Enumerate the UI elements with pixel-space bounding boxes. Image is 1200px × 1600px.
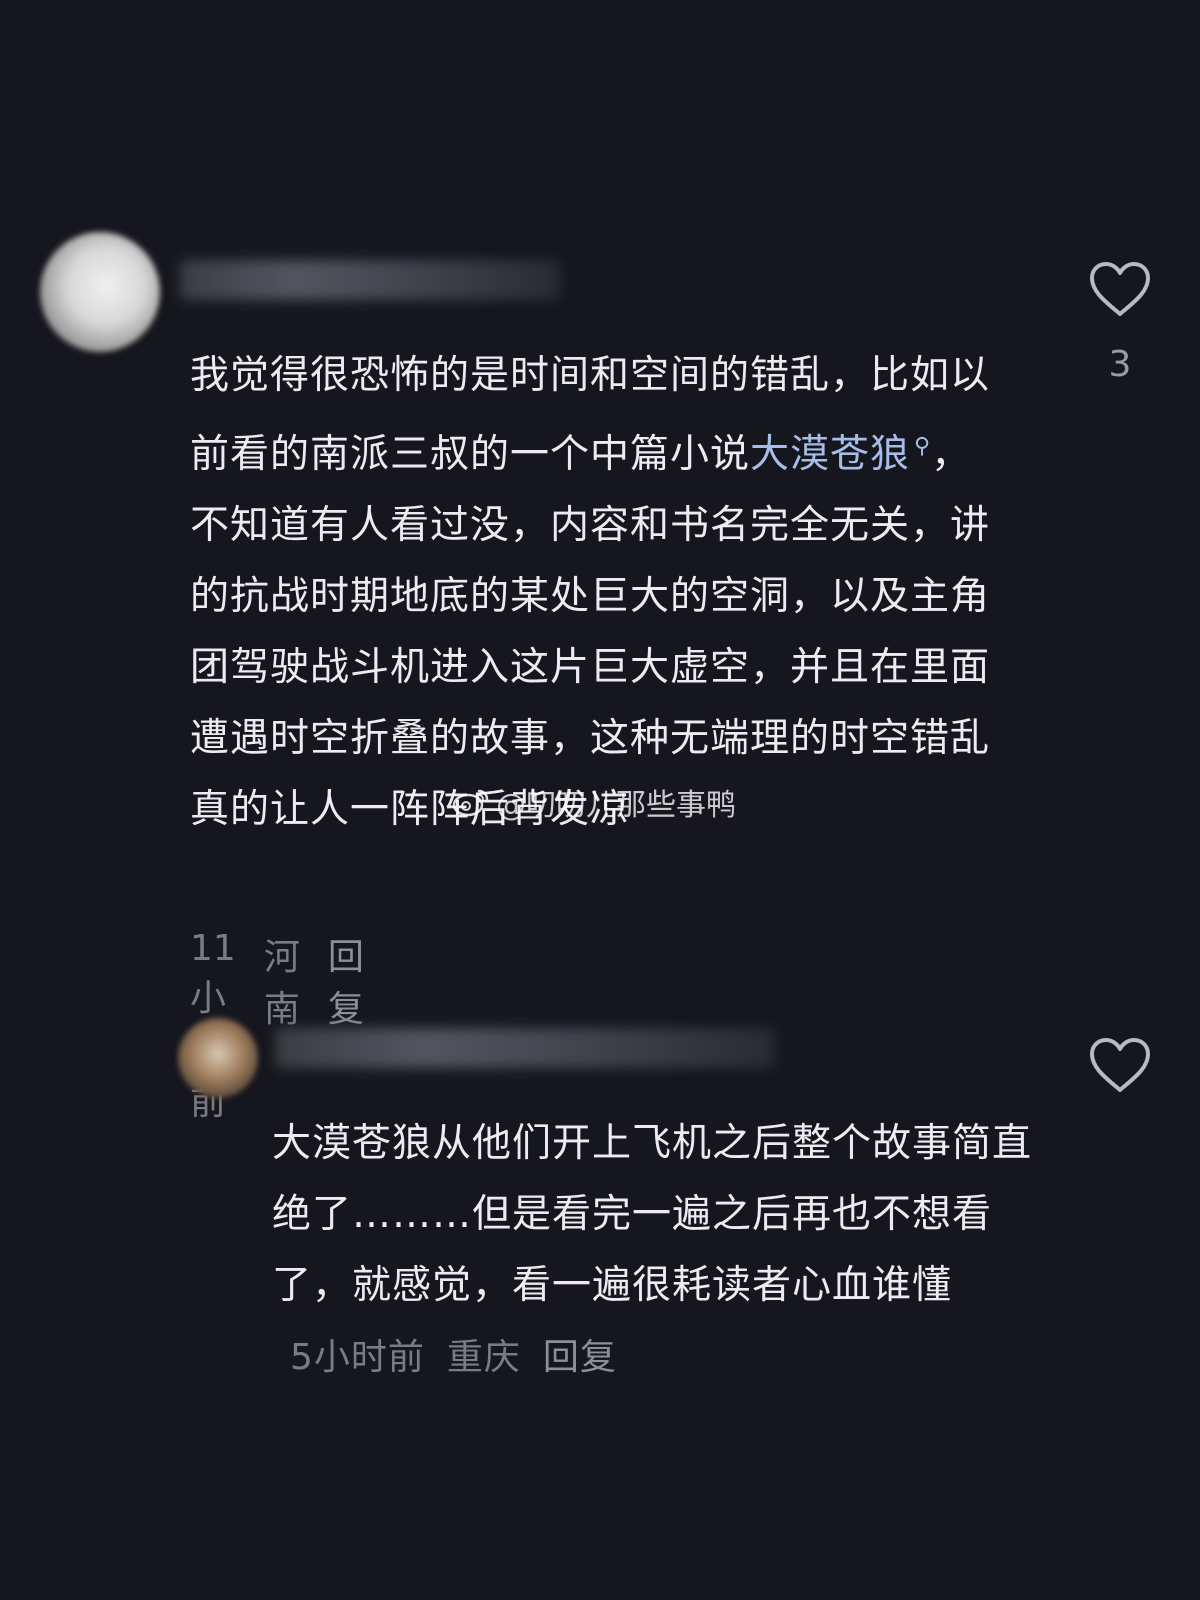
like-button[interactable]: 3 (1080, 260, 1160, 385)
like-button[interactable] (1080, 1036, 1160, 1098)
username-blurred[interactable] (180, 260, 560, 300)
watermark-text: @叨叨儿那些事鸭 (496, 788, 736, 823)
location: 河南 (263, 937, 300, 1030)
comment-text: 我觉得很恐怖的是时间和空间的错乱，比如以前看的南派三叔的一个中篇小说大漠苍狼 ⚲，… (190, 340, 990, 845)
heart-icon[interactable] (1088, 1036, 1152, 1094)
avatar[interactable] (178, 1018, 258, 1098)
username-blurred[interactable] (275, 1028, 775, 1068)
comment-meta: 5小时前 重庆 回复 (290, 1322, 617, 1393)
reply-button[interactable]: 回复 (543, 1322, 617, 1393)
location: 重庆 (446, 1337, 521, 1378)
heart-icon[interactable] (1088, 260, 1152, 318)
reply-text: 大漠苍狼从他们开上飞机之后整个故事简直绝了………但是看完一遍之后再也不想看了，就… (272, 1121, 1033, 1308)
comment-text: 大漠苍狼从他们开上飞机之后整个故事简直绝了………但是看完一遍之后再也不想看了，就… (272, 1108, 1032, 1393)
reply-button[interactable]: 回复 (328, 928, 364, 1125)
weibo-logo-icon (452, 789, 489, 817)
like-count: 3 (1108, 344, 1132, 385)
watermark: @叨叨儿那些事鸭 (452, 780, 736, 824)
book-link[interactable]: 大漠苍狼 (750, 432, 910, 477)
comment-text-part-2: ，不知道有人看过没，内容和书名完全无关，讲的抗战时期地底的某处巨大的空洞，以及主… (190, 432, 991, 832)
timestamp: 5小时前 (290, 1337, 425, 1378)
search-icon[interactable]: ⚲ (914, 434, 931, 459)
avatar[interactable] (40, 232, 160, 352)
